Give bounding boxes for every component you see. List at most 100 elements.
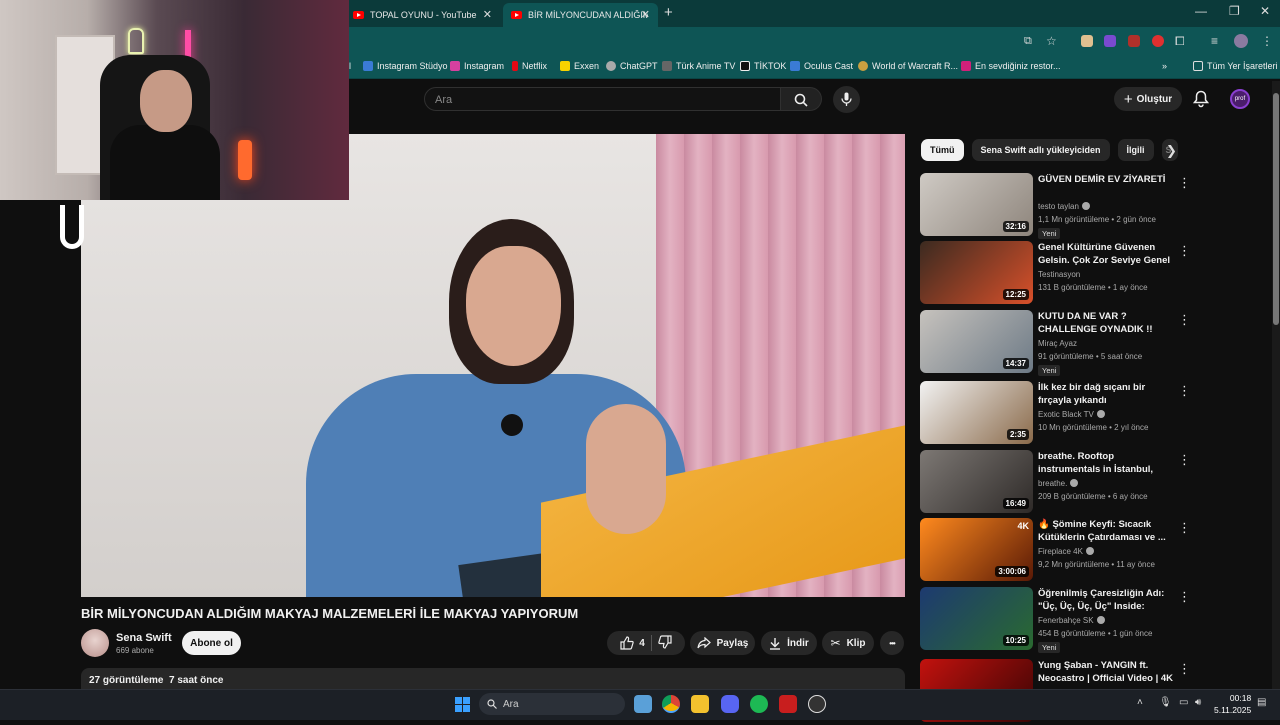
network-icon[interactable]: ▭ [1179,697,1188,708]
new-tab-button[interactable]: + [664,4,673,21]
bookmark-restaurants[interactable]: En sevdiğiniz restor... [961,61,1061,71]
voice-search-button[interactable] [833,86,860,113]
more-options-icon[interactable]: ⋮ [1178,312,1191,328]
video-player[interactable] [81,134,905,597]
more-options-icon[interactable]: ⋮ [1178,661,1191,677]
discord-icon[interactable] [721,695,739,713]
file-explorer-icon[interactable] [691,695,709,713]
bookmark-world-of-warcraft[interactable]: World of Warcraft R... [858,61,958,71]
more-actions-button[interactable]: ••• [880,631,904,655]
chip-from-uploader[interactable]: Sena Swift adlı yükleyiciden [971,139,1110,161]
taskbar-search[interactable]: Ara [479,693,625,715]
microphone-tray-icon[interactable]: 🎙︎ [1159,697,1172,708]
spotify-icon[interactable] [750,695,768,713]
bookmark-turk-anime[interactable]: Türk Anime TV [662,61,735,71]
more-options-icon[interactable]: ⋮ [1178,589,1191,605]
subscribe-button[interactable]: Abone ol [182,631,241,655]
all-bookmarks-folder[interactable]: Tüm Yer İşaretleri [1193,61,1278,71]
share-button[interactable]: Paylaş [690,631,755,655]
create-button[interactable]: + Oluştur [1114,87,1182,111]
more-options-icon[interactable]: ⋮ [1178,520,1191,536]
windows-start-icon[interactable] [455,697,470,712]
recommended-channel[interactable]: Testinasyon [1038,270,1080,279]
bookmark-cut[interactable]: l [349,61,351,71]
more-options-icon[interactable]: ⋮ [1178,243,1191,259]
youtube-search-input[interactable]: Ara [424,87,781,111]
like-button[interactable]: 4 [620,636,645,650]
tab-topal-oyunu[interactable]: TOPAL OYUNU - YouTube ✕ [345,3,500,27]
notifications-button[interactable] [1192,90,1210,113]
recommended-video[interactable]: 14:37 KUTU DA NE VAR ? CHALLENGE OYNADIK … [920,310,1191,376]
voicemod-icon[interactable] [779,695,797,713]
recommended-video[interactable]: 16:49 breathe. Rooftop instrumentals in İ… [920,450,1191,516]
recommended-channel[interactable]: Exotic Black TV [1038,410,1105,419]
taskbar-clock[interactable]: 00:18 5.11.2025 [1214,692,1251,716]
recommended-channel[interactable]: breathe. [1038,479,1079,488]
recommended-channel[interactable]: Fenerbahçe SK [1038,616,1105,625]
bookmark-oculus-cast[interactable]: Oculus Cast [790,61,853,71]
extension-icon[interactable] [1152,35,1164,47]
bookmark-instagram-studio[interactable]: Instagram Stüdyo [363,61,448,71]
extension-icon[interactable] [1104,35,1116,47]
youtube-search-button[interactable] [781,87,822,111]
profile-avatar-icon[interactable] [1234,34,1248,48]
tab-close-icon[interactable]: ✕ [641,8,650,21]
tray-overflow-chevron-icon[interactable]: ˄ [1137,697,1143,708]
tab-close-icon[interactable]: ✕ [483,8,492,21]
clip-button[interactable]: ✂ Klip [822,631,874,655]
recommended-video[interactable]: 32:16 GÜVEN DEMİR EV ZİYARETİ testo taylan… [920,173,1191,239]
chrome-icon[interactable] [662,695,680,713]
minimize-window-icon[interactable]: — [1195,4,1207,18]
bookmark-chatgpt[interactable]: ChatGPT [606,61,658,71]
video-thumbnail[interactable]: 12:25 [920,241,1033,304]
recommended-video[interactable]: 10:25 Öğrenilmiş Çaresizliğin Adı: "Üç, Ü… [920,587,1191,653]
video-thumbnail[interactable]: 2:35 [920,381,1033,444]
page-scrollbar-thumb[interactable] [1273,93,1279,325]
chevron-right-icon[interactable]: ❯ [1166,143,1177,159]
bookmark-star-icon[interactable]: ☆ [1046,34,1057,48]
more-options-icon[interactable]: ⋮ [1178,175,1191,191]
video-thumbnail[interactable]: 14:37 [920,310,1033,373]
recommended-video-title[interactable]: KUTU DA NE VAR ? CHALLENGE OYNADIK !! (Ç… [1038,310,1174,336]
extension-icon[interactable] [1081,35,1093,47]
dislike-button[interactable] [658,634,672,652]
notification-center-icon[interactable]: ▤ [1257,697,1266,708]
channel-avatar[interactable] [81,629,109,657]
tab-active-video[interactable]: BİR MİLYONCUDAN ALDIĞIM M ✕ [503,3,658,27]
recommended-channel[interactable]: Fireplace 4K [1038,547,1094,556]
recommended-video-title[interactable]: 🔥 Şömine Keyfi: Sıcacık Kütüklerin Çatır… [1038,518,1174,544]
volume-icon[interactable]: 🔊︎ [1195,697,1201,708]
download-button[interactable]: İndir [761,631,817,655]
bookmark-netflix[interactable]: Netflix [512,61,547,71]
bookmarks-more-icon[interactable]: » [1162,61,1167,71]
recommended-video-title[interactable]: Genel Kültürüne Güvenen Gelsin. Çok Zor … [1038,241,1174,267]
cast-icon[interactable]: ⧉ [1024,35,1032,48]
video-thumbnail[interactable]: 16:49 [920,450,1033,513]
reading-list-icon[interactable]: ≡ [1211,34,1218,48]
bookmark-instagram[interactable]: Instagram [450,61,504,71]
restore-window-icon[interactable]: ❐ [1229,4,1240,18]
recommended-video-title[interactable]: Yung Şaban - YANGIN ft. Neocastro | Offi… [1038,659,1174,685]
obs-icon[interactable] [808,695,826,713]
recommended-channel[interactable]: Miraç Ayaz [1038,339,1077,348]
chip-all[interactable]: Tümü [921,139,964,161]
video-thumbnail[interactable]: 4K 3:00:06 [920,518,1033,581]
extension-icon[interactable] [1128,35,1140,47]
photos-app-icon[interactable] [634,695,652,713]
bookmark-exxen[interactable]: Exxen [560,61,599,71]
video-thumbnail[interactable]: 10:25 [920,587,1033,650]
bookmark-tiktok[interactable]: TİKTOK [740,61,786,71]
recommended-video-title[interactable]: İlk kez bir dağ sıçanı bir fırçayla yıka… [1038,381,1174,407]
more-options-icon[interactable]: ⋮ [1178,452,1191,468]
more-options-icon[interactable]: ⋮ [1178,383,1191,399]
recommended-video-title[interactable]: GÜVEN DEMİR EV ZİYARETİ [1038,173,1174,186]
recommended-video[interactable]: 4K 3:00:06 🔥 Şömine Keyfi: Sıcacık Kütükle… [920,518,1191,584]
recommended-video[interactable]: 12:25 Genel Kültürüne Güvenen Gelsin. Çok… [920,241,1191,307]
channel-name[interactable]: Sena Swift [116,632,172,644]
extensions-puzzle-icon[interactable]: ⧠ [1175,34,1185,49]
browser-menu-icon[interactable]: ⋮ [1261,34,1273,48]
close-window-icon[interactable]: ✕ [1260,4,1270,18]
video-thumbnail[interactable]: 32:16 [920,173,1033,236]
recommended-video-title[interactable]: Öğrenilmiş Çaresizliğin Adı: "Üç, Üç, Üç… [1038,587,1174,613]
chip-related[interactable]: İlgili [1117,139,1154,161]
